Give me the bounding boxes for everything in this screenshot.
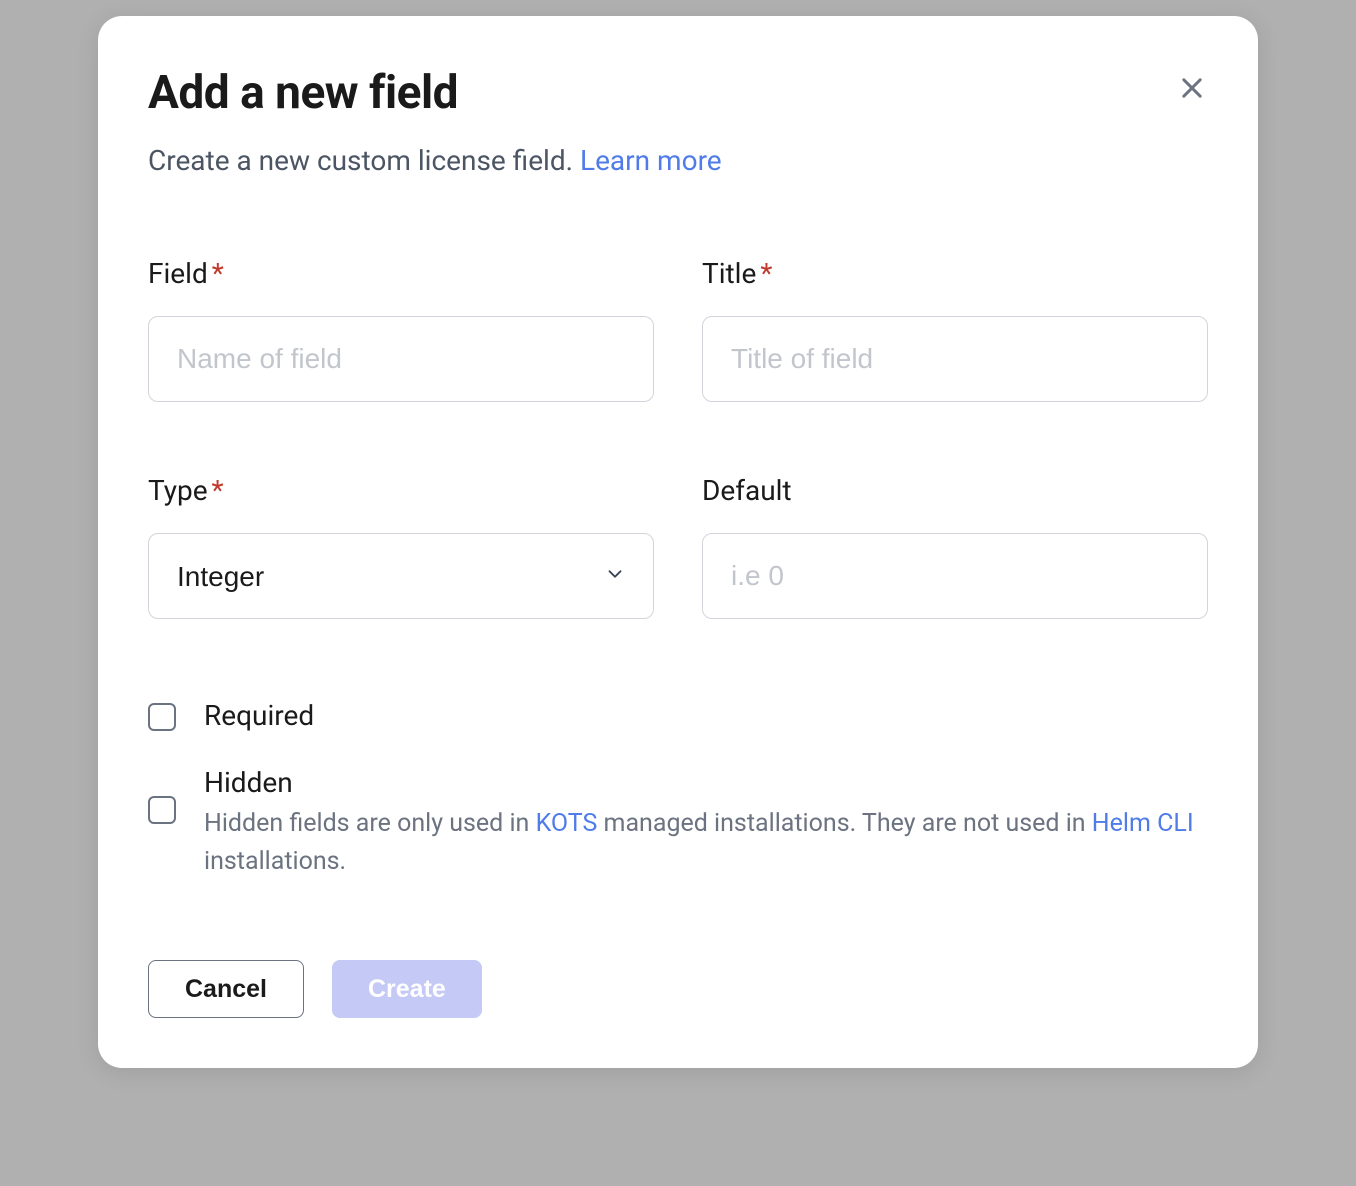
hidden-checkbox-row: Hidden Hidden fields are only used in KO…: [148, 766, 1208, 880]
required-star-icon: *: [760, 257, 772, 290]
checkbox-group: Required Hidden Hidden fields are only u…: [148, 699, 1208, 880]
subtitle-text: Create a new custom license field.: [148, 144, 580, 177]
hidden-checkbox-label: Hidden: [204, 766, 1208, 799]
field-default-label: Default: [702, 474, 1208, 507]
field-type-label-text: Type: [148, 474, 208, 507]
hidden-checkbox[interactable]: [148, 796, 176, 824]
create-button[interactable]: Create: [332, 960, 482, 1018]
modal-title: Add a new field: [148, 66, 1208, 120]
learn-more-link[interactable]: Learn more: [580, 144, 722, 177]
field-title-label-text: Title: [702, 257, 756, 290]
field-title-label: Title*: [702, 257, 1208, 290]
button-row: Cancel Create: [148, 960, 1208, 1018]
modal-subtitle: Create a new custom license field. Learn…: [148, 144, 1208, 177]
field-name-label-text: Field: [148, 257, 208, 290]
field-default-group: Default: [702, 474, 1208, 619]
required-checkbox-label: Required: [204, 699, 1208, 732]
field-default-input[interactable]: [702, 533, 1208, 619]
modal-overlay: Add a new field Create a new custom lice…: [0, 0, 1356, 1186]
type-select-wrapper: Integer: [148, 533, 654, 619]
required-checkbox-row: Required: [148, 699, 1208, 732]
field-type-select[interactable]: Integer: [148, 533, 654, 619]
form-grid: Field* Title* Type* Integer: [148, 257, 1208, 619]
required-checkbox[interactable]: [148, 703, 176, 731]
close-icon[interactable]: [1176, 72, 1208, 104]
hidden-hint-suffix: installations.: [204, 847, 346, 876]
required-star-icon: *: [212, 257, 224, 290]
add-field-modal: Add a new field Create a new custom lice…: [98, 16, 1258, 1068]
kots-link[interactable]: KOTS: [536, 809, 598, 838]
hidden-checkbox-content: Hidden Hidden fields are only used in KO…: [204, 766, 1208, 880]
field-title-group: Title*: [702, 257, 1208, 402]
helm-cli-link[interactable]: Helm CLI: [1092, 809, 1194, 838]
required-star-icon: *: [212, 474, 224, 507]
field-type-group: Type* Integer: [148, 474, 654, 619]
field-type-label: Type*: [148, 474, 654, 507]
field-title-input[interactable]: [702, 316, 1208, 402]
hidden-hint-middle: managed installations. They are not used…: [597, 809, 1091, 838]
hidden-hint-prefix: Hidden fields are only used in: [204, 809, 536, 838]
field-name-group: Field*: [148, 257, 654, 402]
required-checkbox-content: Required: [204, 699, 1208, 732]
cancel-button[interactable]: Cancel: [148, 960, 304, 1018]
hidden-checkbox-hint: Hidden fields are only used in KOTS mana…: [204, 805, 1208, 880]
field-name-input[interactable]: [148, 316, 654, 402]
field-name-label: Field*: [148, 257, 654, 290]
